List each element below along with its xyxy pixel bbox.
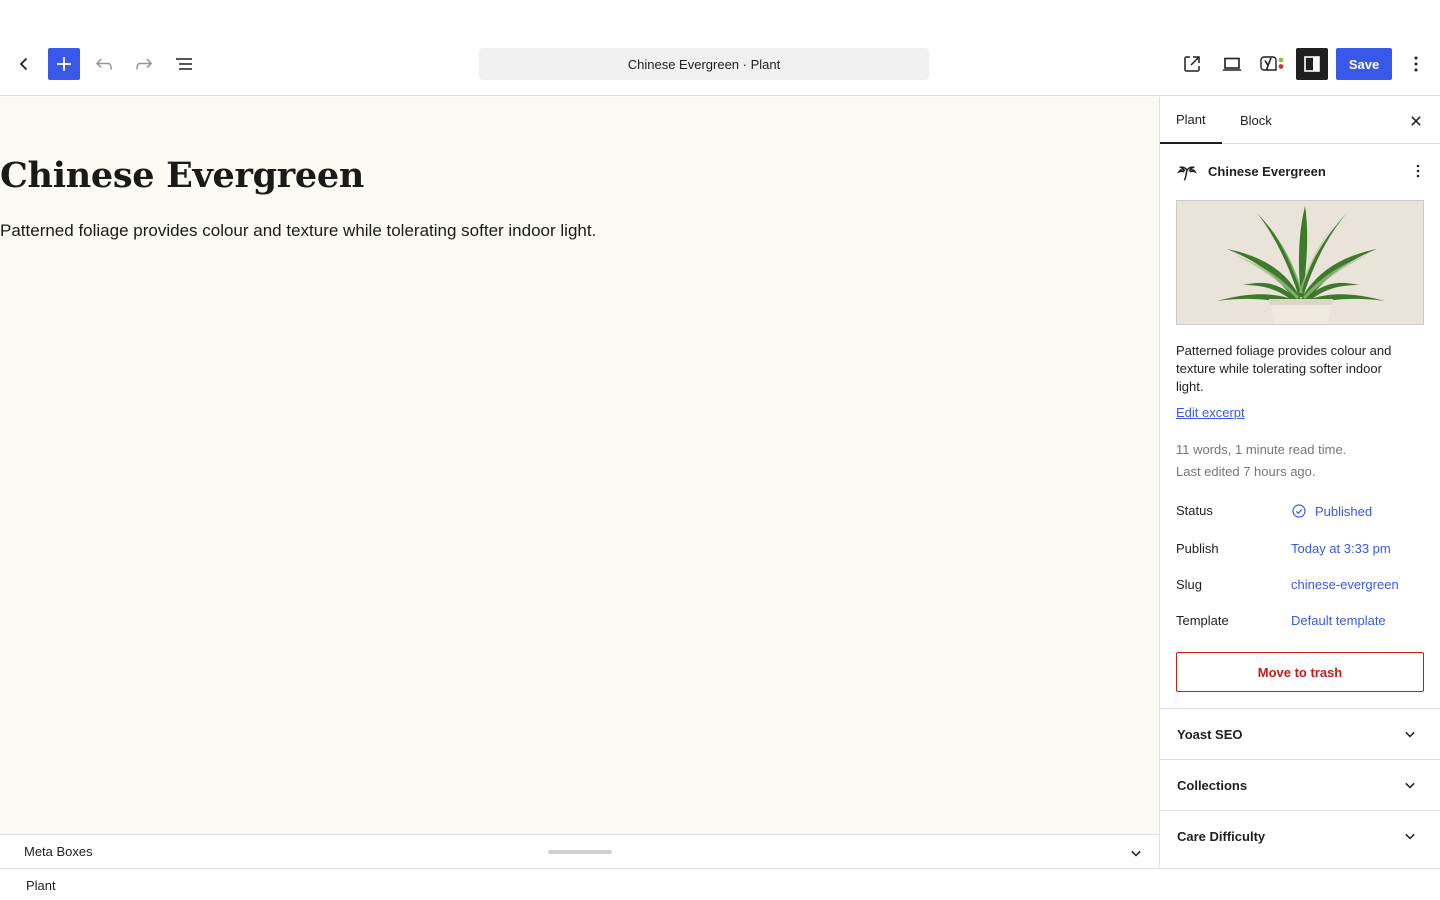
post-title[interactable]: Chinese Evergreen [0,155,364,196]
chevron-down-icon [1400,724,1420,749]
more-vertical-icon [1416,164,1420,178]
settings-sidebar-toggle[interactable] [1296,48,1328,80]
redo-icon [136,58,153,70]
panel-yoast-seo[interactable]: Yoast SEO [1160,708,1440,759]
sidebar-icon [1304,56,1320,72]
save-button[interactable]: Save [1336,48,1392,80]
meta-boxes-bar[interactable]: Meta Boxes [0,834,1159,868]
document-title-bar[interactable]: Chinese Evergreen · Plant [479,48,929,80]
editor-footer: Plant [0,868,1440,900]
panel-collections[interactable]: Collections [1160,759,1440,810]
block-inserter-button[interactable] [48,48,80,80]
word-count-text: 11 words, 1 minute read time. [1176,442,1347,457]
post-actions-button[interactable] [1408,161,1428,186]
document-title: Chinese Evergreen · Plant [627,56,781,72]
tab-block[interactable]: Block [1224,97,1288,144]
post-stats: 11 words, 1 minute read time. Last edite… [1176,439,1346,483]
yoast-seo-button[interactable] [1256,48,1288,80]
laptop-icon [1223,57,1241,71]
plus-icon [57,57,71,71]
list-view-icon [176,58,192,70]
preview-device-button[interactable] [1216,48,1248,80]
back-icon [19,57,28,71]
more-vertical-icon [1414,56,1418,72]
resize-handle[interactable] [548,850,612,854]
status-button[interactable]: Published [1291,503,1372,519]
chevron-down-icon [1400,826,1420,851]
template-row: Template Default template [1176,609,1426,633]
sidebar-tabs: Plant Block [1160,97,1440,144]
publish-row: Publish Today at 3:33 pm [1176,537,1426,561]
last-edited-text: Last edited 7 hours ago. [1176,464,1316,479]
paragraph-block[interactable]: Patterned foliage provides colour and te… [0,221,596,241]
meta-boxes-label: Meta Boxes [24,844,93,859]
document-overview-button[interactable] [168,48,200,80]
yoast-icon [1260,56,1284,71]
palm-tree-icon [1176,161,1198,188]
slug-button[interactable]: chinese-evergreen [1291,577,1399,592]
panel-title: Yoast SEO [1177,727,1243,742]
back-button[interactable] [8,48,40,80]
featured-image[interactable] [1176,200,1424,325]
panel-care-difficulty[interactable]: Care Difficulty [1160,810,1440,861]
view-post-button[interactable] [1176,48,1208,80]
close-sidebar-button[interactable] [1404,109,1428,133]
publish-date-button[interactable]: Today at 3:33 pm [1291,541,1391,556]
close-icon [1411,116,1421,126]
chevron-down-icon [1131,850,1141,857]
chevron-down-icon [1400,775,1420,800]
undo-button[interactable] [88,48,120,80]
status-row: Status Published [1176,499,1426,523]
template-button[interactable]: Default template [1291,613,1386,628]
status-value: Published [1315,503,1373,519]
slug-label: Slug [1176,577,1203,592]
status-label: Status [1176,503,1213,518]
post-card-title: Chinese Evergreen [1208,164,1326,179]
plant-image [1177,201,1423,324]
settings-sidebar: Plant Block Chinese Evergreen Patterned … [1159,97,1440,868]
post-card-header: Chinese Evergreen [1176,159,1426,183]
block-breadcrumb[interactable]: Plant [26,878,56,893]
panel-title: Care Difficulty [1177,829,1266,844]
editor-canvas[interactable]: Chinese Evergreen Patterned foliage prov… [0,97,1159,834]
slug-row: Slug chinese-evergreen [1176,573,1426,597]
check-circle-icon [1292,504,1306,518]
external-link-icon [1184,56,1200,72]
edit-excerpt-link[interactable]: Edit excerpt [1176,405,1245,420]
tab-plant[interactable]: Plant [1160,97,1222,144]
post-excerpt: Patterned foliage provides colour and te… [1176,343,1392,394]
template-label: Template [1176,613,1229,628]
meta-boxes-toggle[interactable] [1126,843,1146,868]
move-to-trash-button[interactable]: Move to trash [1176,652,1424,692]
redo-button[interactable] [128,48,160,80]
editor-header: Chinese Evergreen · Plant Save [0,32,1440,96]
panel-title: Collections [1177,778,1248,793]
publish-label: Publish [1176,541,1219,556]
undo-icon [96,58,112,70]
options-menu-button[interactable] [1400,48,1432,80]
